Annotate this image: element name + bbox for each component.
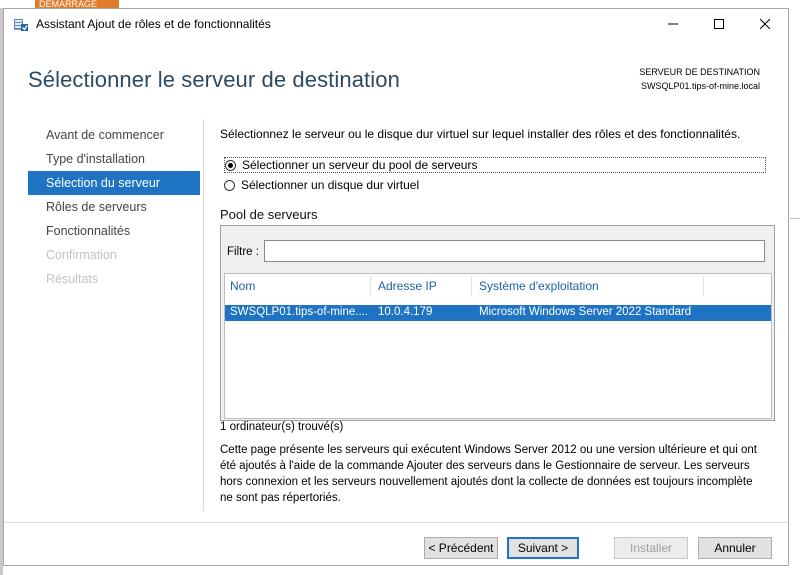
footer-divider	[4, 522, 788, 523]
destination-label: SERVEUR DE DESTINATION	[639, 67, 760, 77]
minimize-icon	[668, 23, 678, 25]
maximize-button[interactable]	[696, 9, 742, 39]
option-vhd-label: Sélectionner un disque dur virtuel	[241, 178, 420, 192]
close-icon	[760, 19, 770, 29]
title-bar[interactable]: Assistant Ajout de rôles et de fonctionn…	[4, 9, 788, 39]
window-title: Assistant Ajout de rôles et de fonctionn…	[36, 17, 271, 31]
description-text: Cette page présente les serveurs qui exé…	[220, 444, 757, 504]
next-button[interactable]: Suivant >	[507, 537, 579, 559]
column-header-name[interactable]: Nom	[230, 279, 255, 293]
column-header-ip[interactable]: Adresse IP	[378, 279, 437, 293]
option-server-pool-label: Sélectionner un serveur du pool de serve…	[242, 158, 478, 172]
column-header-os[interactable]: Système d'exploitation	[479, 279, 599, 293]
radio-checked-icon[interactable]	[225, 159, 236, 171]
page-title: Sélectionner le serveur de destination	[28, 67, 400, 92]
wizard-nav: Avant de commencer Type d'installation S…	[28, 123, 200, 291]
column-separator[interactable]	[370, 276, 371, 296]
close-button[interactable]	[742, 9, 788, 39]
maximize-icon	[714, 19, 724, 29]
background-line	[790, 218, 800, 219]
nav-item-type-installation[interactable]: Type d'installation	[28, 147, 200, 171]
nav-item-confirmation: Confirmation	[46, 248, 117, 262]
background-tab-demarrage: DÉMARRAGE	[35, 0, 119, 8]
filter-label: Filtre :	[227, 246, 259, 258]
nav-divider	[203, 119, 204, 511]
radio-unchecked-icon[interactable]	[224, 179, 235, 191]
nav-item-fonctionnalites[interactable]: Fonctionnalités	[28, 219, 200, 243]
column-separator[interactable]	[471, 276, 472, 296]
install-button: Installer	[614, 537, 688, 559]
server-manager-icon	[13, 16, 29, 32]
column-separator[interactable]	[703, 276, 704, 296]
minimize-button[interactable]	[650, 9, 696, 39]
server-list[interactable]: Nom Adresse IP Système d'exploitation SW…	[224, 273, 772, 419]
destination-value: SWSQLP01.tips-of-mine.local	[640, 81, 760, 91]
cell-os: Microsoft Windows Server 2022 Standard	[479, 306, 692, 318]
filter-input[interactable]	[264, 240, 765, 262]
nav-item-avant-de-commencer[interactable]: Avant de commencer	[28, 123, 200, 147]
nav-item-roles-serveurs[interactable]: Rôles de serveurs	[28, 195, 200, 219]
server-pool-panel: Filtre : Nom Adresse IP Système d'exploi…	[220, 225, 775, 421]
previous-button[interactable]: < Précédent	[424, 537, 498, 559]
cancel-button[interactable]: Annuler	[698, 537, 772, 559]
nav-item-resultats: Résultats	[46, 272, 99, 286]
option-server-pool[interactable]: Sélectionner un serveur du pool de serve…	[224, 157, 766, 173]
cell-name: SWSQLP01.tips-of-mine....	[230, 306, 369, 318]
cell-ip: 10.0.4.179	[378, 306, 433, 318]
wizard-window: Assistant Ajout de rôles et de fonctionn…	[3, 8, 789, 566]
result-count: 1 ordinateur(s) trouvé(s)	[220, 421, 344, 433]
table-row[interactable]: SWSQLP01.tips-of-mine.... 10.0.4.179 Mic…	[225, 305, 771, 321]
intro-text: Sélectionnez le serveur ou le disque dur…	[220, 127, 741, 141]
list-header: Nom Adresse IP Système d'exploitation	[225, 274, 771, 298]
option-vhd[interactable]: Sélectionner un disque dur virtuel	[224, 178, 419, 192]
destination-server: SERVEUR DE DESTINATION SWSQLP01.tips-of-…	[639, 65, 760, 93]
pool-title: Pool de serveurs	[220, 207, 318, 222]
nav-item-selection-serveur[interactable]: Sélection du serveur	[28, 171, 200, 195]
